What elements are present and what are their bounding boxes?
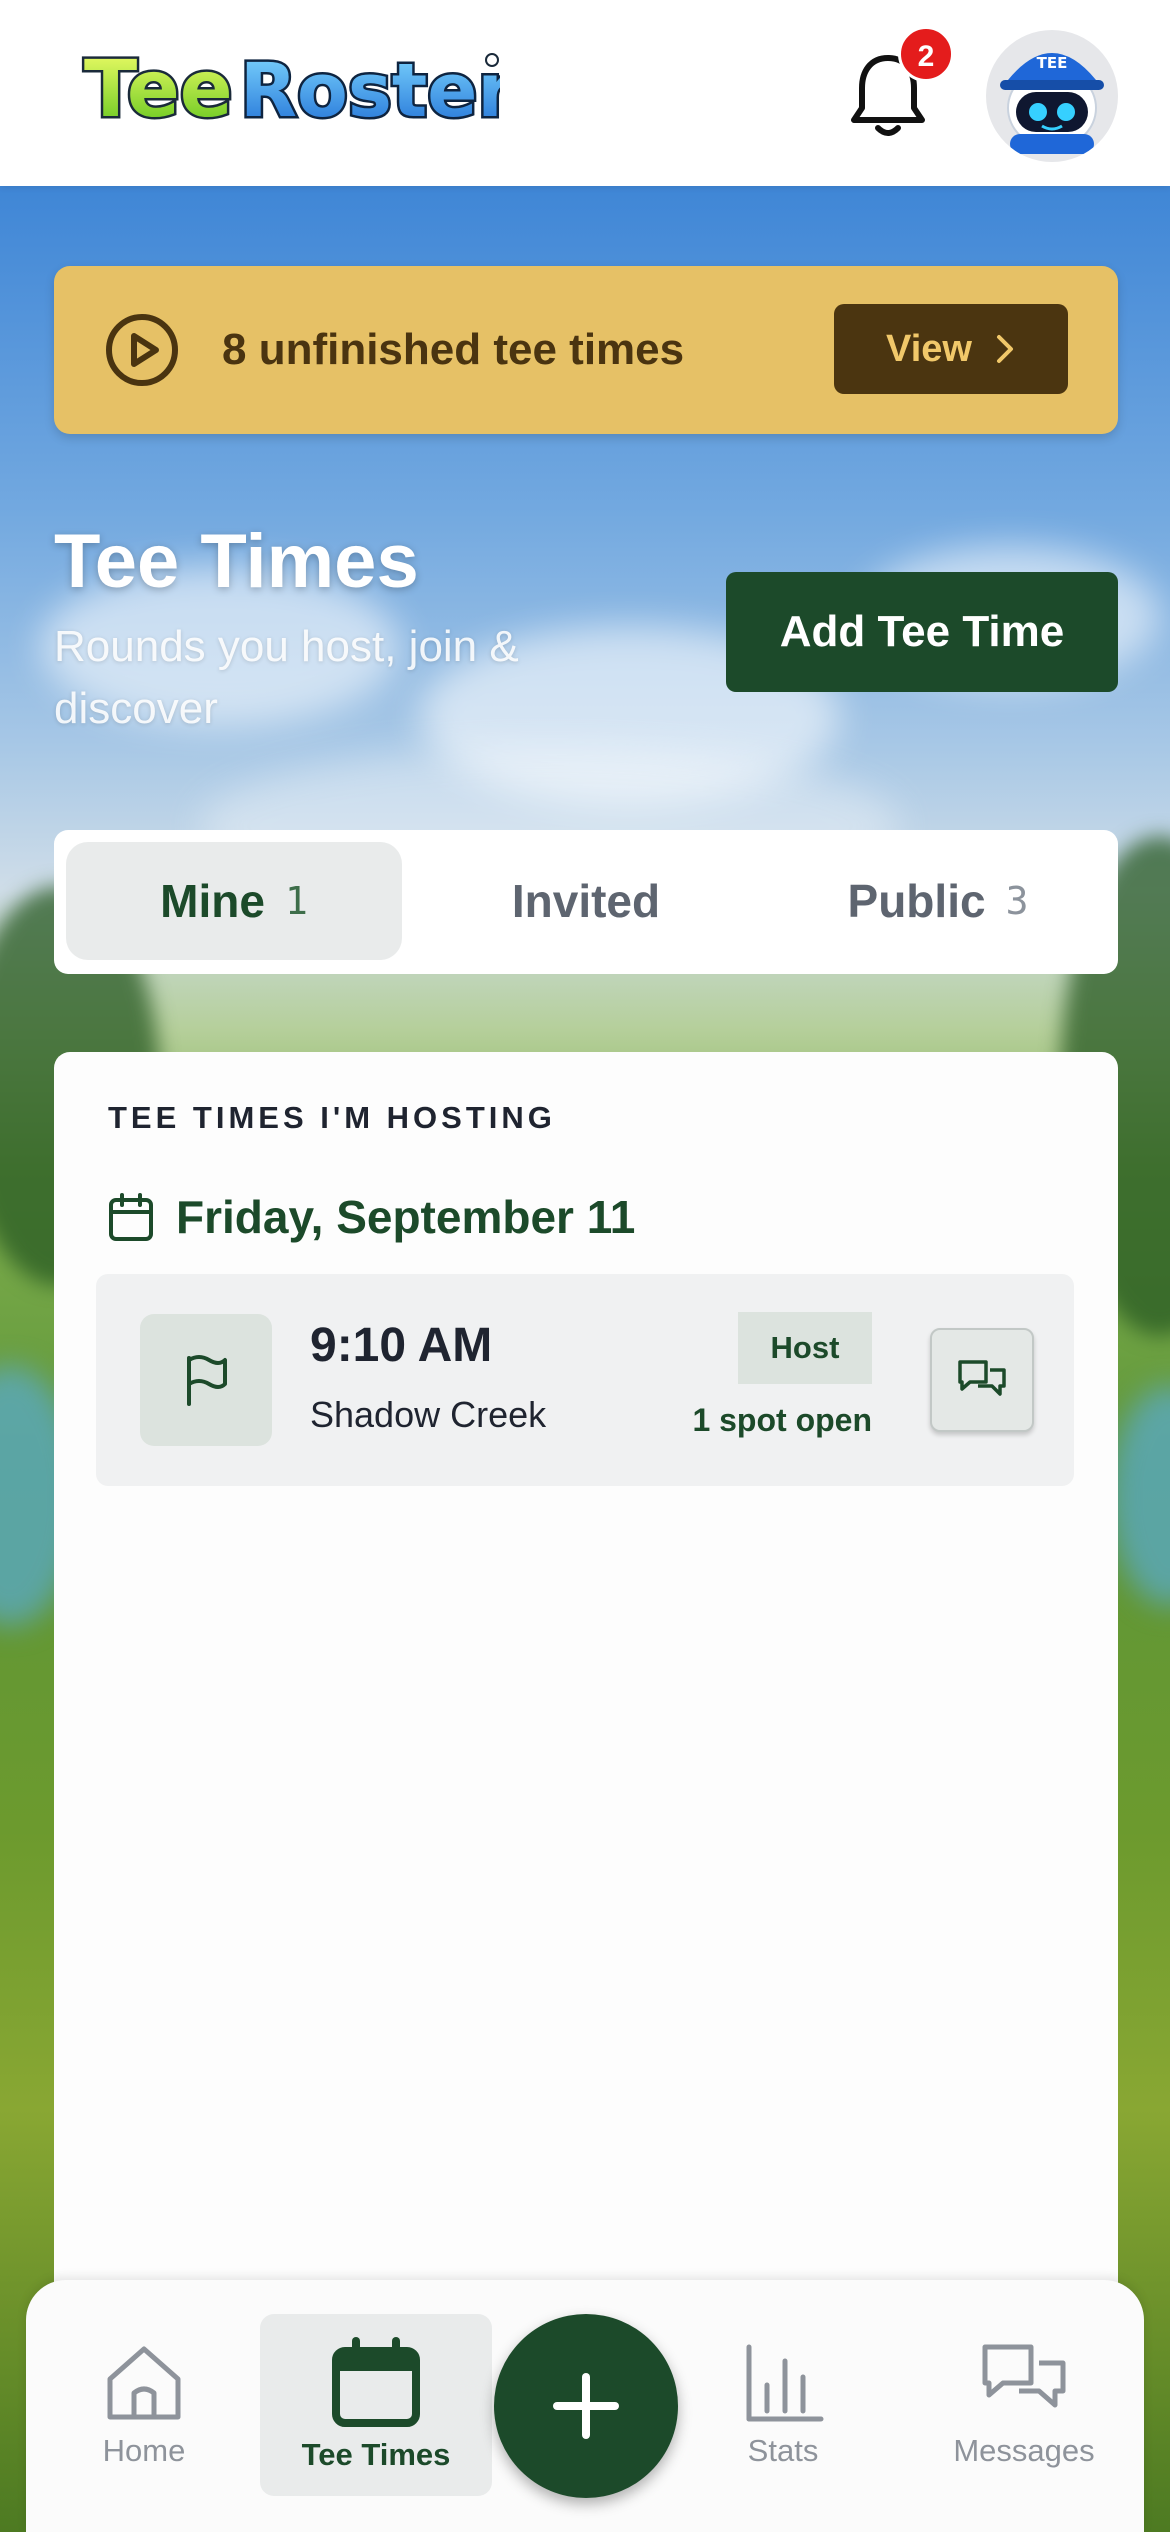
tee-time-value: 9:10 AM bbox=[310, 1319, 493, 1372]
plus-icon bbox=[553, 2373, 619, 2439]
spots-open: 1 spot open bbox=[692, 1402, 872, 1438]
nav-label: Home bbox=[102, 2433, 186, 2468]
page-subtitle: Rounds you host, join & discover bbox=[54, 622, 519, 733]
page-title: Tee Times bbox=[54, 519, 419, 604]
tab-invited[interactable]: Invited bbox=[416, 842, 756, 960]
play-circle-icon bbox=[106, 314, 178, 386]
tab-mine[interactable]: Mine 1 bbox=[66, 842, 402, 960]
role-badge: Host bbox=[738, 1312, 872, 1384]
nav-label: Messages bbox=[953, 2433, 1095, 2468]
create-fab-button[interactable] bbox=[494, 2314, 678, 2498]
notification-badge: 2 bbox=[898, 26, 954, 82]
tab-label: Mine bbox=[160, 875, 265, 927]
nav-label: Stats bbox=[747, 2433, 819, 2468]
home-icon bbox=[107, 2346, 181, 2420]
tab-label: Invited bbox=[511, 875, 661, 927]
tab-public[interactable]: Public 3 bbox=[770, 842, 1106, 960]
svg-text:Roster: Roster bbox=[240, 48, 500, 134]
course-name: Shadow Creek bbox=[310, 1394, 547, 1435]
tab-count: 3 bbox=[1005, 879, 1029, 923]
unfinished-tee-times-banner[interactable]: 8 unfinished tee times View bbox=[54, 266, 1118, 434]
chevron-right-icon bbox=[996, 335, 1013, 363]
tee-time-chat-button[interactable] bbox=[930, 1328, 1034, 1432]
nav-stats[interactable]: Stats bbox=[698, 2314, 868, 2496]
view-button-label: View bbox=[886, 327, 972, 370]
view-unfinished-button[interactable]: View bbox=[834, 304, 1068, 394]
bar-chart-icon bbox=[746, 2344, 824, 2422]
section-label-hosting: TEE TIMES I'M HOSTING bbox=[108, 1100, 556, 1135]
nav-label: Tee Times bbox=[301, 2437, 451, 2472]
bottom-navigation: Home Tee Times Stats Messages bbox=[26, 2280, 1144, 2532]
svg-text:Tee: Tee bbox=[84, 45, 233, 135]
chat-icon bbox=[982, 2344, 1066, 2408]
banner-message: 8 unfinished tee times bbox=[222, 325, 685, 374]
avatar-cap-text: TEE bbox=[1037, 54, 1068, 72]
teeroster-logo[interactable]: Tee Roster bbox=[80, 38, 517, 138]
flag-icon-box bbox=[140, 1314, 272, 1446]
date-header: Friday, September 11 bbox=[108, 1182, 635, 1252]
tee-time-item[interactable]: 9:10 AM Shadow Creek Host 1 spot open bbox=[96, 1274, 1074, 1486]
calendar-icon bbox=[109, 1193, 153, 1241]
tee-times-screen: Tee Roster 2 TEE 8 unfinished tee times … bbox=[0, 0, 1170, 2532]
robot-avatar-icon: TEE bbox=[1000, 53, 1104, 154]
chat-icon bbox=[958, 1360, 1006, 1396]
date-label: Friday, September 11 bbox=[176, 1191, 636, 1243]
avatar[interactable]: TEE bbox=[986, 30, 1118, 162]
tab-label: Public bbox=[847, 875, 986, 927]
calendar-icon bbox=[332, 2337, 420, 2427]
nav-messages[interactable]: Messages bbox=[926, 2314, 1122, 2496]
nav-tee-times[interactable]: Tee Times bbox=[260, 2314, 492, 2496]
add-tee-time-button[interactable]: Add Tee Time bbox=[726, 572, 1118, 692]
flag-icon bbox=[187, 1355, 227, 1406]
nav-home[interactable]: Home bbox=[46, 2314, 242, 2496]
tab-count: 1 bbox=[284, 879, 308, 923]
app-header: Tee Roster 2 TEE bbox=[0, 0, 1170, 186]
tee-times-tabs: Mine 1 Invited Public 3 bbox=[54, 830, 1118, 974]
